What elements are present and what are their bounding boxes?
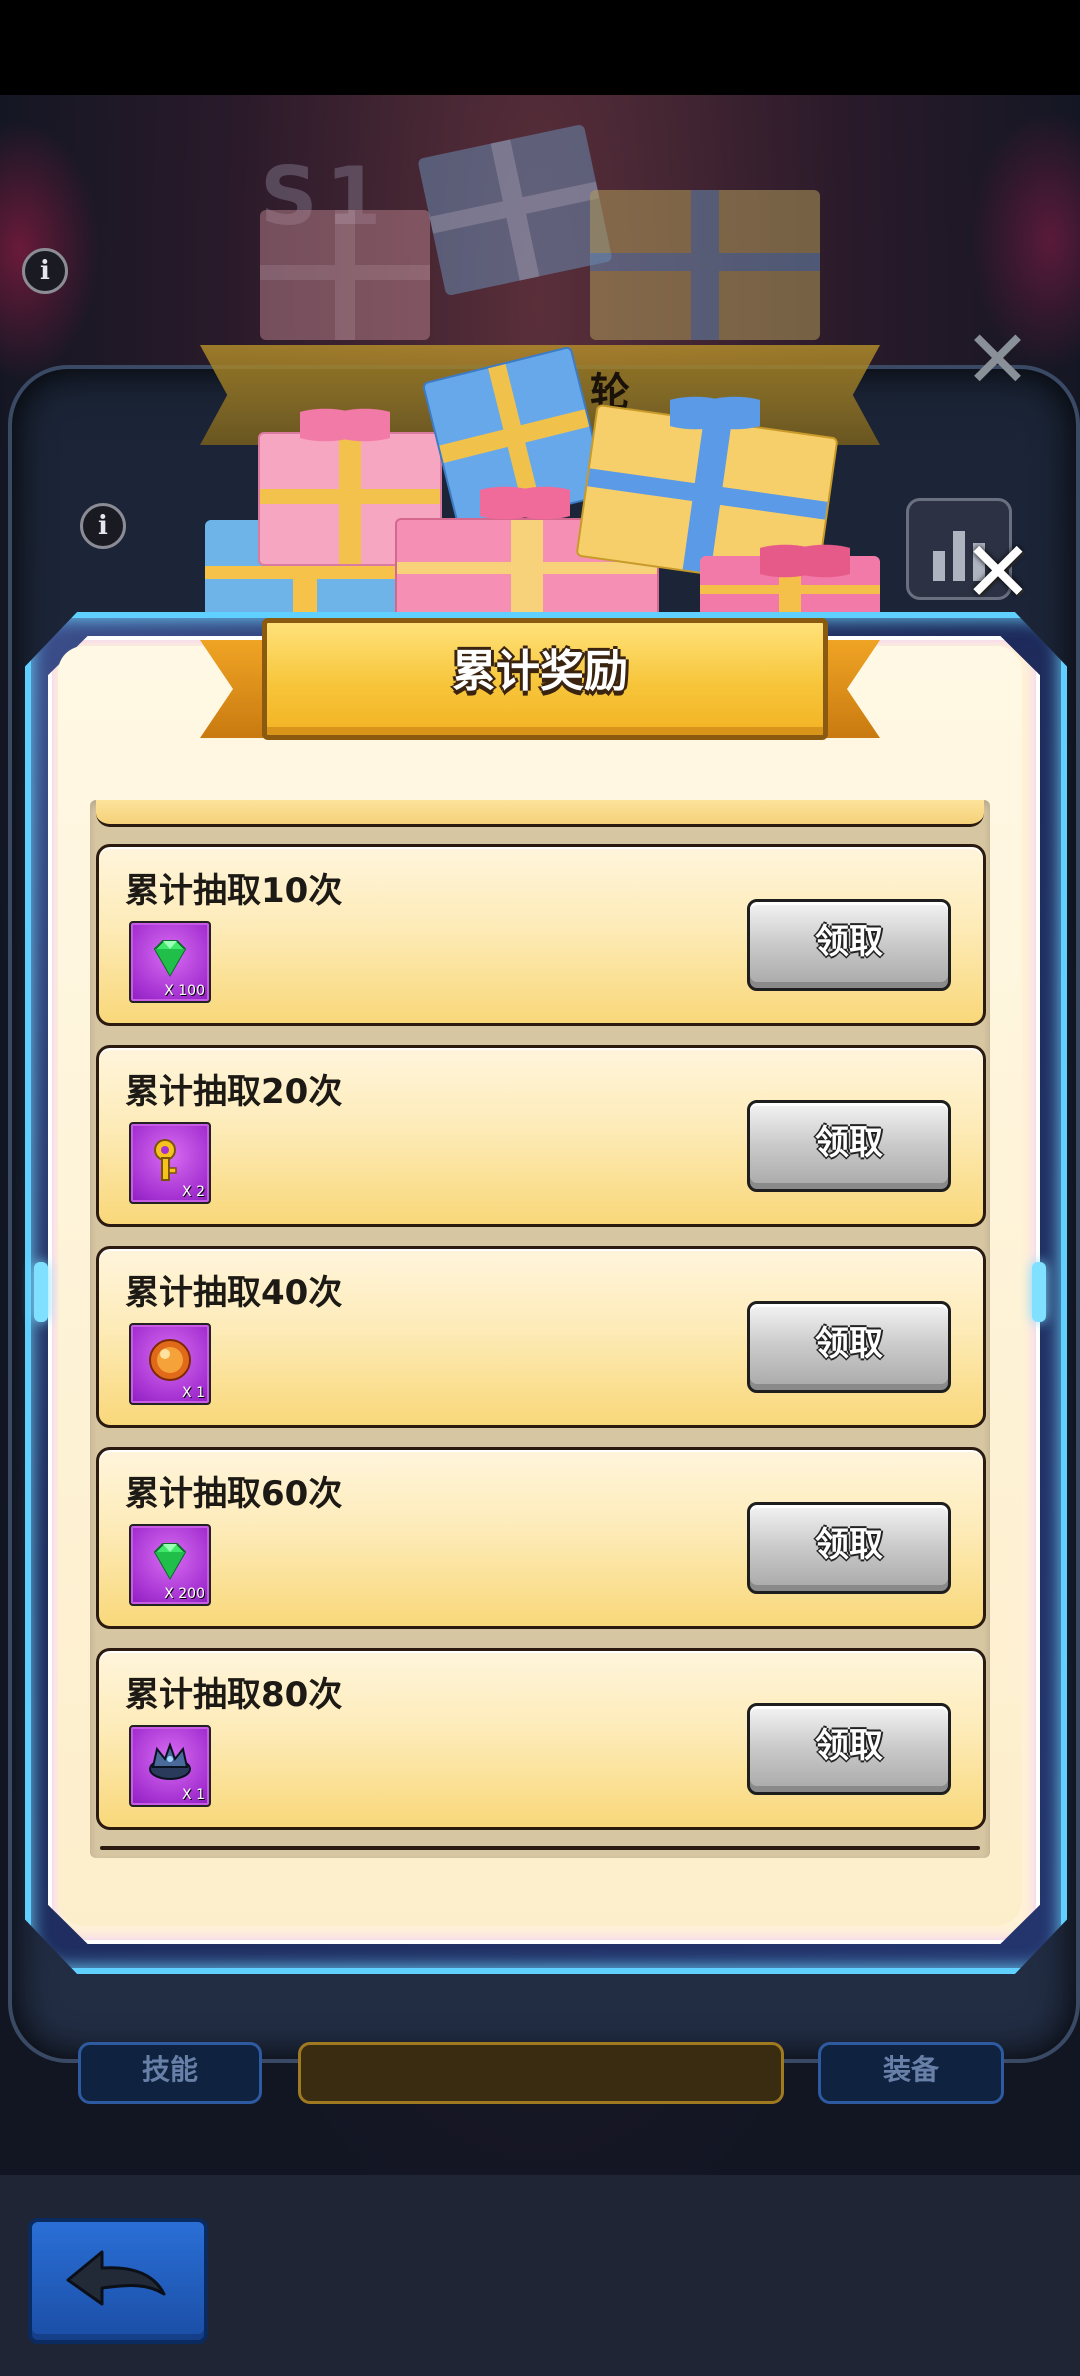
back-arrow-icon bbox=[66, 2250, 166, 2306]
item-quantity: X 1 bbox=[182, 1787, 205, 1803]
background-main-button bbox=[298, 2042, 784, 2104]
list-divider bbox=[100, 1846, 980, 1850]
reward-row-80: 累计抽取80次 X 1 领取 bbox=[96, 1648, 986, 1830]
reward-item-slot[interactable]: X 200 bbox=[129, 1524, 211, 1606]
key-icon bbox=[154, 1139, 177, 1181]
reward-item-slot[interactable]: X 1 bbox=[129, 1725, 211, 1807]
game-screen: S1 i 轮 ✕ i 技能 装备 ✕ 累计奖励 累计抽取10次 X 100 领取… bbox=[0, 0, 1080, 2376]
back-button[interactable] bbox=[28, 2218, 208, 2344]
reward-row-title: 累计抽取10次 bbox=[125, 871, 343, 911]
claim-button[interactable]: 领取 bbox=[747, 1301, 951, 1393]
close-icon[interactable]: ✕ bbox=[962, 530, 1034, 614]
reward-row-title: 累计抽取20次 bbox=[125, 1072, 343, 1112]
frame-glow-right bbox=[1032, 1262, 1046, 1322]
item-quantity: X 100 bbox=[164, 983, 205, 999]
item-quantity: X 1 bbox=[182, 1385, 205, 1401]
claim-button[interactable]: 领取 bbox=[747, 899, 951, 991]
item-quantity: X 2 bbox=[182, 1184, 205, 1200]
claim-button[interactable]: 领取 bbox=[747, 1100, 951, 1192]
reward-item-slot[interactable]: X 2 bbox=[129, 1122, 211, 1204]
reward-row-10: 累计抽取10次 X 100 领取 bbox=[96, 844, 986, 1026]
background-close-icon: ✕ bbox=[964, 313, 1032, 406]
item-quantity: X 200 bbox=[164, 1586, 205, 1602]
background-skill-button: 技能 bbox=[78, 2042, 262, 2104]
reward-row-title: 累计抽取80次 bbox=[125, 1675, 343, 1715]
reward-item-slot[interactable]: X 100 bbox=[129, 921, 211, 1003]
reward-item-slot[interactable]: X 1 bbox=[129, 1323, 211, 1405]
reward-row-20: 累计抽取20次 X 2 领取 bbox=[96, 1045, 986, 1227]
info-icon[interactable]: i bbox=[80, 503, 126, 549]
list-item-partial bbox=[96, 800, 984, 827]
frame-glow-left bbox=[34, 1262, 48, 1322]
claim-button[interactable]: 领取 bbox=[747, 1502, 951, 1594]
reward-row-60: 累计抽取60次 X 200 领取 bbox=[96, 1447, 986, 1629]
claim-button[interactable]: 领取 bbox=[747, 1703, 951, 1795]
gem-icon bbox=[153, 1543, 187, 1581]
crown-icon bbox=[149, 1742, 191, 1780]
reward-row-40: 累计抽取40次 X 1 领取 bbox=[96, 1246, 986, 1428]
orb-icon bbox=[149, 1339, 191, 1381]
background-equip-button: 装备 bbox=[818, 2042, 1004, 2104]
reward-row-title: 累计抽取40次 bbox=[125, 1273, 343, 1313]
popup-title: 累计奖励 bbox=[452, 646, 628, 697]
info-icon[interactable]: i bbox=[22, 248, 68, 294]
gem-icon bbox=[153, 940, 187, 978]
reward-row-title: 累计抽取60次 bbox=[125, 1474, 343, 1514]
